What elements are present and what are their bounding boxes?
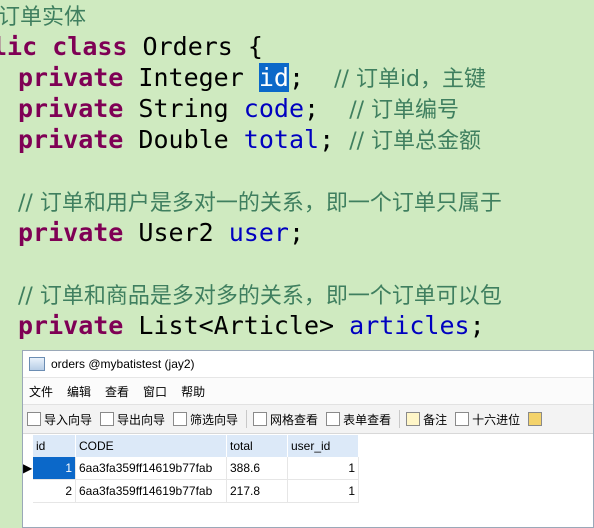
punct: ; [319, 125, 335, 154]
field: articles [349, 311, 470, 340]
code-line-4: private Double total; // 订单总金额 [18, 124, 481, 157]
button-label: 导入向导 [44, 412, 93, 427]
comment-text: // 订单和用户是多对一的关系，即一个订单只属于 [18, 191, 502, 216]
keyword: private [18, 63, 124, 92]
table-viewer-window[interactable]: orders @mybatistest (jay2) 文件 编辑 查看 窗口 帮… [22, 350, 594, 528]
field: code [243, 94, 305, 123]
cell-id[interactable]: 2 [33, 479, 76, 503]
comment-text: // 订单编号 [349, 98, 460, 123]
keyword: private [18, 94, 124, 123]
code-line-3: private String code; // 订单编号 [18, 93, 459, 126]
comment-text: 订单实体 [0, 5, 87, 30]
keyword: private [18, 125, 124, 154]
code-line-6: // 订单和用户是多对一的关系，即一个订单只属于 [18, 186, 502, 219]
field: user [228, 218, 289, 247]
toolbar-divider [246, 410, 248, 428]
code-line-10: private List<Article> articles; [18, 310, 485, 341]
table-row[interactable]: 2 6aa3fa359ff14619b77fab 217.8 1 [23, 479, 359, 503]
window-titlebar[interactable]: orders @mybatistest (jay2) [23, 351, 593, 378]
field: total [243, 125, 320, 154]
code-line-0: 订单实体 [0, 0, 86, 33]
column-header-user-id[interactable]: user_id [287, 435, 359, 457]
comment-text: // 订单和商品是多对多的关系，即一个订单可以包 [18, 284, 502, 309]
type: List<Article> [138, 311, 335, 340]
image-icon [528, 412, 543, 426]
toolbar: 导入向导 导出向导 筛选向导 网格查看 表单查看 备注 十六进位 [23, 405, 593, 434]
current-row-arrow-icon: ▶ [23, 457, 33, 480]
cell-code[interactable]: 6aa3fa359ff14619b77fab [75, 479, 227, 503]
menu-bar: 文件 编辑 查看 窗口 帮助 [23, 378, 593, 405]
column-header-code[interactable]: CODE [75, 435, 227, 457]
comment-text: // 订单id，主键 [334, 67, 487, 92]
cell-user-id[interactable]: 1 [287, 457, 359, 480]
grid-icon [253, 412, 268, 426]
data-grid[interactable]: id CODE total user_id ▶ 1 6aa3fa359ff146… [23, 435, 593, 503]
button-label: 导出向导 [117, 412, 166, 427]
row-indicator-header [23, 435, 33, 457]
type: String [138, 94, 229, 123]
keyword: lic [0, 32, 38, 61]
menu-edit[interactable]: 编辑 [67, 383, 91, 400]
button-label: 筛选向导 [190, 412, 239, 427]
punct: ; [288, 63, 305, 92]
toolbar-divider [399, 410, 401, 428]
export-icon [100, 412, 115, 426]
note-icon [406, 412, 421, 426]
form-view-button[interactable]: 表单查看 [326, 411, 391, 428]
column-header-id[interactable]: id [33, 435, 76, 457]
hex-button[interactable]: 十六进位 [455, 411, 520, 428]
image-button[interactable] [528, 412, 545, 426]
import-icon [27, 412, 41, 426]
punct: ; [304, 94, 320, 123]
code-line-9: // 订单和商品是多对多的关系，即一个订单可以包 [18, 279, 502, 312]
memo-button[interactable]: 备注 [406, 411, 447, 428]
keyword: class [52, 32, 128, 61]
header-row: id CODE total user_id [23, 435, 359, 457]
cell-code[interactable]: 6aa3fa359ff14619b77fab [75, 457, 227, 480]
row-indicator [23, 479, 33, 503]
code-line-1: lic class Orders { [0, 31, 263, 62]
menu-help[interactable]: 帮助 [181, 383, 205, 400]
cell-id[interactable]: 1 [33, 457, 76, 480]
comment-text: // 订单总金额 [349, 129, 482, 154]
punct: ; [469, 311, 485, 340]
form-icon [326, 412, 341, 426]
keyword: private [18, 218, 124, 247]
punct: ; [288, 218, 305, 247]
export-wizard-button[interactable]: 导出向导 [100, 411, 165, 428]
window-title: orders @mybatistest (jay2) [51, 357, 195, 371]
column-header-total[interactable]: total [226, 435, 288, 457]
button-label: 表单查看 [343, 412, 392, 427]
filter-icon [173, 412, 188, 426]
table-row[interactable]: ▶ 1 6aa3fa359ff14619b77fab 388.6 1 [23, 457, 359, 480]
cell-total[interactable]: 388.6 [226, 457, 288, 480]
button-label: 备注 [423, 412, 448, 427]
keyword: private [18, 311, 124, 340]
type: Double [138, 125, 229, 154]
hex-icon [455, 412, 470, 426]
import-wizard-button[interactable]: 导入向导 [27, 411, 92, 428]
button-label: 网格查看 [270, 412, 319, 427]
type: User2 [138, 218, 214, 247]
type: Integer [138, 63, 244, 92]
filter-wizard-button[interactable]: 筛选向导 [173, 411, 238, 428]
code-line-7: private User2 user; [18, 217, 304, 248]
menu-view[interactable]: 查看 [105, 383, 129, 400]
code-line-2: private Integer id; // 订单id，主键 [18, 62, 486, 95]
menu-file[interactable]: 文件 [29, 383, 53, 400]
grid-view-button[interactable]: 网格查看 [253, 411, 318, 428]
table-icon [29, 357, 45, 371]
menu-window[interactable]: 窗口 [143, 383, 167, 400]
class-name: Orders { [142, 32, 263, 61]
cell-user-id[interactable]: 1 [287, 479, 359, 503]
button-label: 十六进位 [472, 412, 521, 427]
selected-field[interactable]: id [258, 63, 289, 92]
cell-total[interactable]: 217.8 [226, 479, 288, 503]
